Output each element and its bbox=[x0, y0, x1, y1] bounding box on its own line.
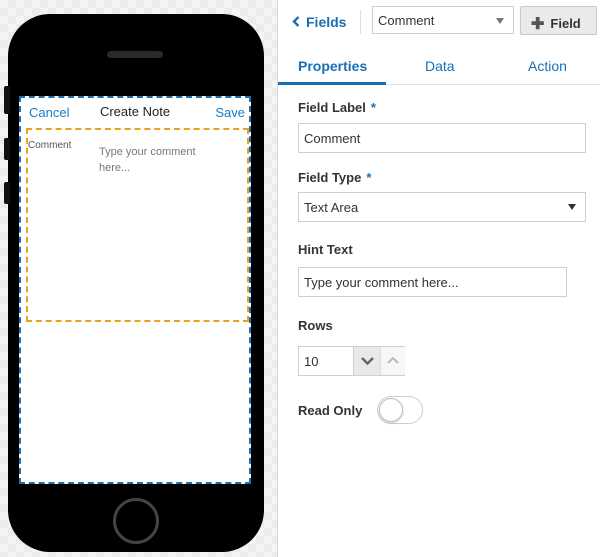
add-field-label: Field bbox=[550, 16, 581, 31]
phone-side-button bbox=[4, 86, 10, 114]
active-tab-indicator bbox=[278, 82, 386, 85]
read-only-label: Read Only bbox=[298, 403, 363, 418]
required-marker: * bbox=[370, 100, 376, 115]
field-type-label: Field Type * bbox=[298, 170, 371, 185]
field-label-input[interactable]: Comment bbox=[298, 123, 586, 153]
tab-action[interactable]: Action bbox=[528, 58, 567, 74]
phone-side-button bbox=[4, 138, 10, 160]
comment-field-label: Comment bbox=[28, 140, 72, 151]
field-type-value: Text Area bbox=[304, 200, 359, 215]
phone-frame: Cancel Create Note Save Comment Type you… bbox=[4, 14, 264, 552]
toggle-knob bbox=[379, 398, 403, 422]
read-only-toggle[interactable] bbox=[377, 396, 423, 424]
field-type-text: Field Type bbox=[298, 170, 362, 185]
field-label-text: Field Label bbox=[298, 100, 366, 115]
phone-side-button bbox=[4, 182, 10, 204]
tab-properties[interactable]: Properties bbox=[298, 58, 367, 74]
phone-screen[interactable]: Cancel Create Note Save Comment Type you… bbox=[19, 96, 251, 484]
field-label-value: Comment bbox=[304, 131, 361, 146]
divider bbox=[360, 10, 361, 34]
back-label: Fields bbox=[306, 14, 347, 30]
field-label-label: Field Label * bbox=[298, 100, 376, 115]
caret-down-icon bbox=[568, 204, 576, 210]
plus-icon: ✚ bbox=[531, 16, 545, 33]
field-type-select[interactable]: Text Area bbox=[298, 192, 586, 222]
rows-stepper[interactable]: 10 bbox=[298, 346, 405, 376]
hint-text-label: Hint Text bbox=[298, 242, 353, 257]
panel-toolbar: Fields Comment ✚ Field bbox=[278, 0, 600, 42]
properties-panel: Fields Comment ✚ Field Properties Data Ac… bbox=[278, 0, 600, 557]
home-button bbox=[113, 498, 159, 544]
comment-field-hint: Type your comment here... bbox=[99, 146, 196, 174]
add-field-button[interactable]: ✚ Field bbox=[520, 6, 597, 35]
required-marker: * bbox=[366, 170, 372, 185]
chevron-left-icon bbox=[292, 14, 300, 30]
phone-header: Cancel Create Note Save bbox=[21, 98, 249, 126]
hint-text-value: Type your comment here... bbox=[304, 275, 459, 290]
field-selector-value: Comment bbox=[378, 13, 435, 28]
hint-text-input[interactable]: Type your comment here... bbox=[298, 267, 567, 297]
back-to-fields-button[interactable]: Fields bbox=[292, 14, 346, 30]
caret-down-icon bbox=[496, 18, 504, 24]
save-button[interactable]: Save bbox=[215, 105, 245, 120]
increment-button[interactable] bbox=[380, 347, 405, 375]
decrement-button[interactable] bbox=[353, 347, 381, 375]
phone-speaker bbox=[107, 51, 163, 58]
field-selector[interactable]: Comment bbox=[372, 6, 514, 34]
rows-value: 10 bbox=[304, 354, 319, 369]
rows-label: Rows bbox=[298, 318, 333, 333]
chevron-up-icon bbox=[387, 356, 399, 364]
chevron-down-icon bbox=[361, 357, 374, 366]
preview-canvas: Cancel Create Note Save Comment Type you… bbox=[0, 0, 278, 557]
selected-field-comment[interactable]: Comment Type your comment here... bbox=[26, 128, 249, 322]
tab-data[interactable]: Data bbox=[425, 58, 455, 74]
tab-bar: Properties Data Action bbox=[278, 42, 600, 85]
